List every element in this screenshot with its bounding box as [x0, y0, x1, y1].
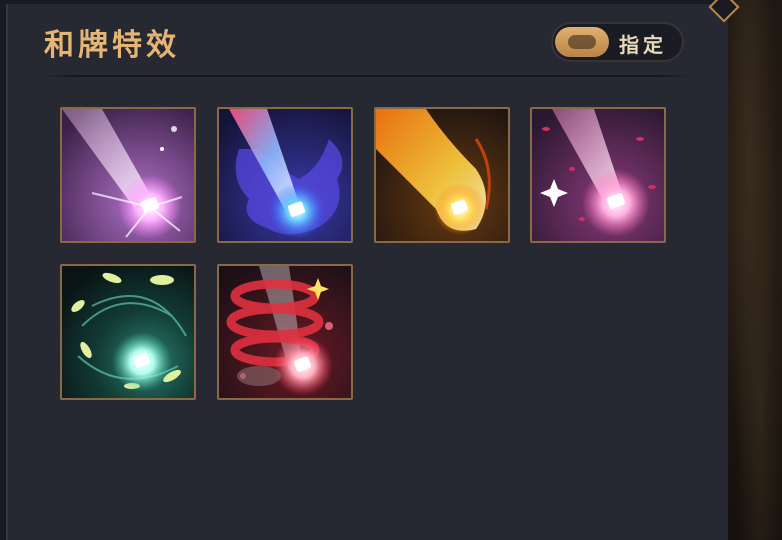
jade-vortex-icon: [62, 266, 194, 398]
effect-tile-jade-vortex[interactable]: [60, 264, 196, 400]
panel-title: 和牌特效: [44, 28, 180, 63]
effect-tile-red-ribbon[interactable]: [217, 264, 353, 400]
effect-tile-rose-petal[interactable]: [530, 107, 666, 243]
scene-background: [728, 0, 782, 540]
pink-beam-icon: [62, 109, 194, 241]
toggle-knob: [555, 27, 609, 57]
selection-bracket-bottom-left: [219, 379, 237, 398]
effect-tile-pink-beam[interactable]: [60, 107, 196, 243]
effect-tile-golden-fire[interactable]: [374, 107, 510, 243]
selection-bracket-top-right: [333, 266, 351, 285]
blue-flame-icon: [219, 109, 351, 241]
specify-toggle[interactable]: 指定: [551, 22, 684, 62]
selection-bracket-top-left: [219, 266, 237, 285]
golden-fire-icon: [376, 109, 508, 241]
effect-tile-blue-flame[interactable]: [217, 107, 353, 243]
rose-petal-icon: [532, 109, 664, 241]
toggle-label: 指定: [619, 33, 667, 57]
red-ribbon-icon: [219, 266, 351, 398]
selection-bracket-bottom-right: [333, 379, 351, 398]
title-divider: [44, 75, 689, 77]
